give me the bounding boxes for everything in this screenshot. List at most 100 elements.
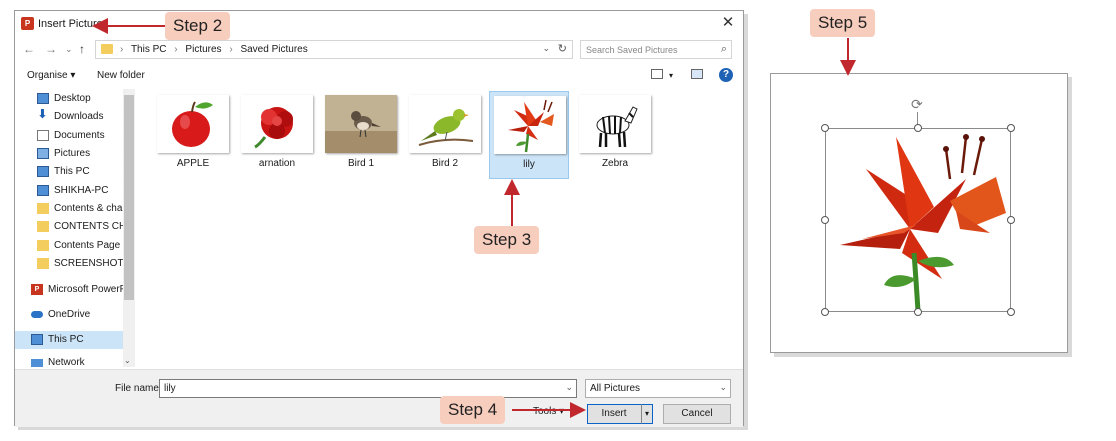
preview-pane-icon[interactable] (691, 69, 703, 79)
tools-menu-button[interactable]: Tools ▾ (533, 406, 564, 417)
chevron-down-icon[interactable]: ⌄ (565, 382, 573, 393)
inserted-picture[interactable] (825, 128, 1011, 312)
monitor-icon (37, 185, 49, 196)
sidebar-item-screenshots[interactable]: SCREENSHOTS ( (37, 256, 135, 272)
resize-handle-top-left[interactable] (821, 124, 829, 132)
file-item-lily[interactable]: lily (489, 91, 569, 179)
resize-handle-bottom[interactable] (914, 308, 922, 316)
insert-button-label: Insert (601, 408, 627, 419)
thumbnail (157, 95, 229, 153)
rotate-handle-icon[interactable]: ⟳ (911, 96, 923, 113)
breadcrumb-separator: › (174, 44, 178, 55)
step-4-callout: Step 4 (440, 396, 506, 424)
back-arrow-icon[interactable]: ← (23, 42, 35, 56)
up-arrow-icon[interactable]: ↑ (79, 42, 85, 56)
search-box[interactable]: Search Saved Pictures ⌕ (580, 40, 732, 59)
file-type-value: All Pictures (590, 383, 641, 394)
sidebar-item-contents-cha[interactable]: CONTENTS CHA (37, 219, 135, 235)
file-name-field[interactable]: lily ⌄ (159, 379, 577, 398)
dialog-title: Insert Picture (38, 18, 103, 30)
file-item-bird-2[interactable]: Bird 2 (405, 91, 485, 181)
download-icon: ⬇ (37, 109, 48, 121)
resize-handle-top-right[interactable] (1007, 124, 1015, 132)
lily-icon (840, 134, 1006, 312)
file-name: arnation (258, 158, 296, 169)
monitor-icon (31, 334, 43, 345)
carnation-icon (254, 107, 293, 149)
sidebar-item-shikha-pc[interactable]: SHIKHA-PC ✦ (37, 183, 135, 199)
thumbnail (325, 95, 397, 153)
file-item-zebra[interactable]: Zebra (575, 91, 655, 181)
slide-preview: ⟳ (770, 73, 1068, 353)
navigation-bar: ← → ⌄ ↑ › This PC › Pictures › Saved Pic… (15, 39, 743, 61)
folder-icon (37, 221, 49, 232)
sidebar-item-network[interactable]: Network (31, 355, 131, 367)
forward-arrow-icon[interactable]: → (45, 42, 57, 56)
breadcrumb-separator: › (120, 44, 124, 55)
powerpoint-app-icon: P (21, 17, 34, 30)
sidebar-item-documents[interactable]: Documents ✦ (37, 128, 135, 144)
sidebar-item-pictures[interactable]: Pictures ✦ (37, 146, 135, 162)
sidebar-item-microsoft-powerpoint[interactable]: P Microsoft PowerP (31, 282, 131, 298)
lily-icon (508, 99, 554, 153)
folder-icon (101, 44, 113, 54)
resize-handle-right[interactable] (1007, 216, 1015, 224)
insert-picture-dialog: P Insert Picture ✕ ← → ⌄ ↑ › This PC › P… (14, 10, 744, 427)
resize-handle-bottom-left[interactable] (821, 308, 829, 316)
view-options-icon[interactable] (651, 69, 663, 79)
file-name-label: File name: (115, 383, 162, 394)
sidebar-item-this-pc-pinned[interactable]: This PC ✦ (37, 164, 135, 180)
sidebar-item-onedrive[interactable]: OneDrive (31, 307, 131, 323)
navigation-pane: Desktop ✦ ⬇ Downloads ✦ Documents ✦ Pict… (15, 89, 135, 367)
file-item-bird-1[interactable]: Bird 1 (321, 91, 401, 181)
sidebar-item-label: This PC (54, 166, 90, 177)
help-icon[interactable]: ? (719, 68, 733, 82)
file-name: Bird 2 (431, 158, 459, 169)
sidebar-item-label: Contents Page a (54, 240, 129, 251)
breadcrumb-this-pc[interactable]: This PC (131, 44, 167, 55)
file-type-select[interactable]: All Pictures ⌄ (585, 379, 731, 398)
scrollbar-thumb[interactable] (124, 95, 134, 300)
step-2-callout: Step 2 (165, 12, 231, 40)
sidebar-item-contents-page[interactable]: Contents Page a (37, 238, 135, 254)
document-icon (37, 130, 49, 141)
resize-handle-bottom-right[interactable] (1007, 308, 1015, 316)
thumbnail (579, 95, 651, 153)
view-options-chevron-icon[interactable]: ▾ (669, 71, 673, 80)
folder-icon (37, 258, 49, 269)
green-bird-icon (418, 109, 474, 146)
breadcrumb-pictures[interactable]: Pictures (185, 44, 221, 55)
sidebar-item-contents-chap[interactable]: Contents & chap (37, 201, 135, 217)
scroll-down-icon[interactable]: ⌄ (124, 356, 131, 365)
sidebar-item-this-pc[interactable]: This PC (15, 331, 123, 349)
file-name: lily (523, 159, 535, 170)
address-bar[interactable]: › This PC › Pictures › Saved Pictures ⌄ … (95, 40, 573, 59)
file-name: APPLE (176, 158, 210, 169)
sidebar-item-label: OneDrive (48, 309, 91, 320)
resize-handle-left[interactable] (821, 216, 829, 224)
new-folder-button[interactable]: New folder (97, 70, 145, 81)
organise-button[interactable]: Organise ▾ (27, 70, 75, 81)
sidebar-item-label: Microsoft PowerP (48, 284, 127, 295)
refresh-icon[interactable]: ↻ (558, 42, 567, 55)
file-item-apple[interactable]: APPLE (153, 91, 233, 181)
file-item-carnation[interactable]: arnation (237, 91, 317, 181)
chevron-down-icon[interactable]: ⌄ (542, 43, 550, 54)
sidebar-item-label: Network (48, 357, 85, 367)
file-list: APPLE arnation Bird 1 Bird 2 lily Zebra (139, 89, 739, 367)
cancel-button[interactable]: Cancel (663, 404, 731, 424)
breadcrumb: › This PC › Pictures › Saved Pictures (120, 44, 313, 55)
sidebar-item-downloads[interactable]: ⬇ Downloads ✦ (37, 109, 135, 125)
chevron-down-icon[interactable]: ⌄ (719, 382, 727, 393)
recent-locations-chevron-icon[interactable]: ⌄ (65, 44, 73, 55)
command-bar: Organise ▾ New folder ▾ ? (15, 65, 743, 87)
breadcrumb-saved-pictures[interactable]: Saved Pictures (240, 44, 307, 55)
search-input[interactable]: Search Saved Pictures (586, 45, 678, 55)
sidebar-item-desktop[interactable]: Desktop ✦ (37, 91, 135, 107)
insert-options-chevron-icon[interactable]: ▾ (641, 404, 653, 424)
resize-handle-top[interactable] (914, 124, 922, 132)
sidebar-scrollbar[interactable]: ⌄ (123, 89, 135, 367)
folder-icon (37, 240, 49, 251)
sidebar-item-label: Downloads (54, 111, 104, 122)
close-button[interactable]: ✕ (719, 14, 737, 32)
